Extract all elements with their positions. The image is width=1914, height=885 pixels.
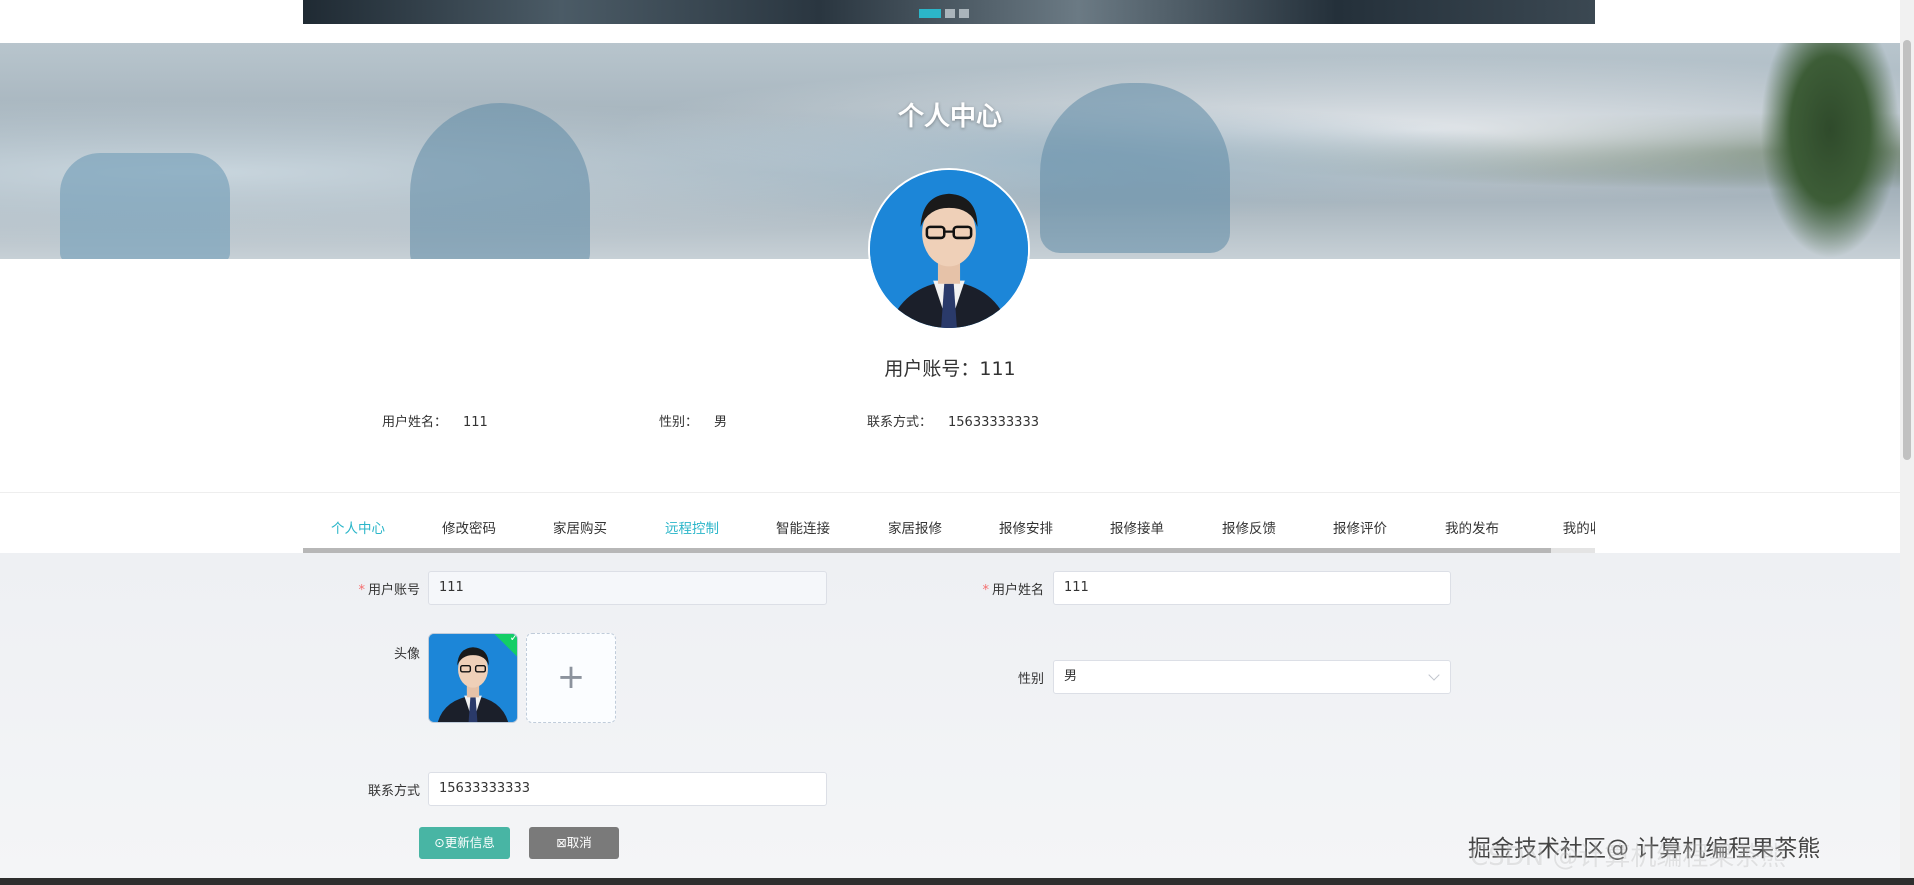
tab-repair-accept[interactable]: 报修接单 bbox=[1099, 516, 1175, 550]
avatar-thumbnail bbox=[429, 634, 517, 722]
carousel-dot-2[interactable] bbox=[945, 9, 955, 18]
account-display: 用户账号：111 bbox=[0, 354, 1900, 381]
phone-label: 联系方式： bbox=[867, 415, 933, 430]
phone-value: 15633333333 bbox=[948, 415, 1039, 430]
tab-smart-connect[interactable]: 智能连接 bbox=[765, 516, 841, 550]
profile-tabs: 个人中心 修改密码 家居购买 远程控制 智能连接 家居报修 报修安排 报修接单 … bbox=[303, 516, 1595, 550]
name-field-label: * 用户姓名 bbox=[982, 583, 1044, 598]
gender-select-value: 男 bbox=[1064, 669, 1078, 684]
tab-my-posts[interactable]: 我的发布 bbox=[1434, 516, 1510, 550]
tab-personal-center[interactable]: 个人中心 bbox=[320, 516, 396, 550]
tab-repair-feedback[interactable]: 报修反馈 bbox=[1211, 516, 1287, 550]
name-field[interactable]: 111 bbox=[1053, 571, 1451, 605]
required-mark: * bbox=[358, 583, 365, 598]
required-mark: * bbox=[982, 583, 989, 598]
banner-carousel[interactable] bbox=[303, 0, 1595, 24]
account-label: 用户账号： bbox=[884, 358, 980, 380]
name-value: 111 bbox=[463, 415, 488, 430]
carousel-dot-1[interactable] bbox=[919, 9, 941, 18]
phone-field-label: 联系方式 bbox=[367, 784, 420, 799]
banner-decoration bbox=[60, 153, 230, 259]
tab-change-password[interactable]: 修改密码 bbox=[431, 516, 507, 550]
scrollbar-thumb[interactable] bbox=[1903, 40, 1911, 460]
tab-home-repair[interactable]: 家居报修 bbox=[877, 516, 953, 550]
avatar-upload-preview[interactable]: ✓ bbox=[428, 633, 518, 723]
page-title: 个人中心 bbox=[897, 102, 1002, 132]
watermark-ghost: CSDN @计算机编程果茶熊 bbox=[1470, 842, 1787, 872]
carousel-dot-3[interactable] bbox=[959, 9, 969, 18]
bottom-bar bbox=[0, 878, 1914, 885]
avatar bbox=[868, 168, 1030, 330]
check-icon: ✓ bbox=[509, 633, 518, 644]
account-value: 111 bbox=[979, 358, 1016, 380]
update-info-button[interactable]: ⊙更新信息 bbox=[419, 827, 510, 859]
info-phone: 联系方式： 15633333333 bbox=[867, 411, 1039, 430]
avatar-upload-add-button[interactable]: + bbox=[526, 633, 616, 723]
chevron-down-icon[interactable] bbox=[1428, 669, 1440, 681]
tab-repair-review[interactable]: 报修评价 bbox=[1322, 516, 1398, 550]
account-field-label: * 用户账号 bbox=[358, 583, 420, 598]
gender-select[interactable]: 男 bbox=[1053, 660, 1451, 694]
cancel-button[interactable]: ⊠取消 bbox=[529, 827, 619, 859]
section-divider bbox=[0, 492, 1900, 493]
account-field[interactable]: 111 bbox=[428, 571, 827, 605]
tab-my-favorites[interactable]: 我的收 bbox=[1545, 516, 1595, 550]
carousel-indicators bbox=[919, 9, 969, 18]
info-name: 用户姓名： 111 bbox=[382, 411, 488, 430]
avatar-photo bbox=[870, 170, 1028, 328]
avatar-field-label: 头像 bbox=[393, 647, 420, 662]
name-label: 用户姓名： bbox=[382, 415, 448, 430]
page-scrollbar[interactable] bbox=[1900, 0, 1914, 885]
phone-field[interactable]: 15633333333 bbox=[428, 772, 827, 806]
info-gender: 性别： 男 bbox=[659, 411, 727, 430]
tab-remote-control[interactable]: 远程控制 bbox=[654, 516, 730, 550]
gender-value: 男 bbox=[714, 415, 728, 430]
tab-repair-schedule[interactable]: 报修安排 bbox=[988, 516, 1064, 550]
gender-label: 性别： bbox=[659, 415, 699, 430]
tab-home-purchase[interactable]: 家居购买 bbox=[542, 516, 618, 550]
gender-field-label: 性别 bbox=[1017, 672, 1044, 687]
banner-decoration bbox=[1760, 43, 1900, 259]
